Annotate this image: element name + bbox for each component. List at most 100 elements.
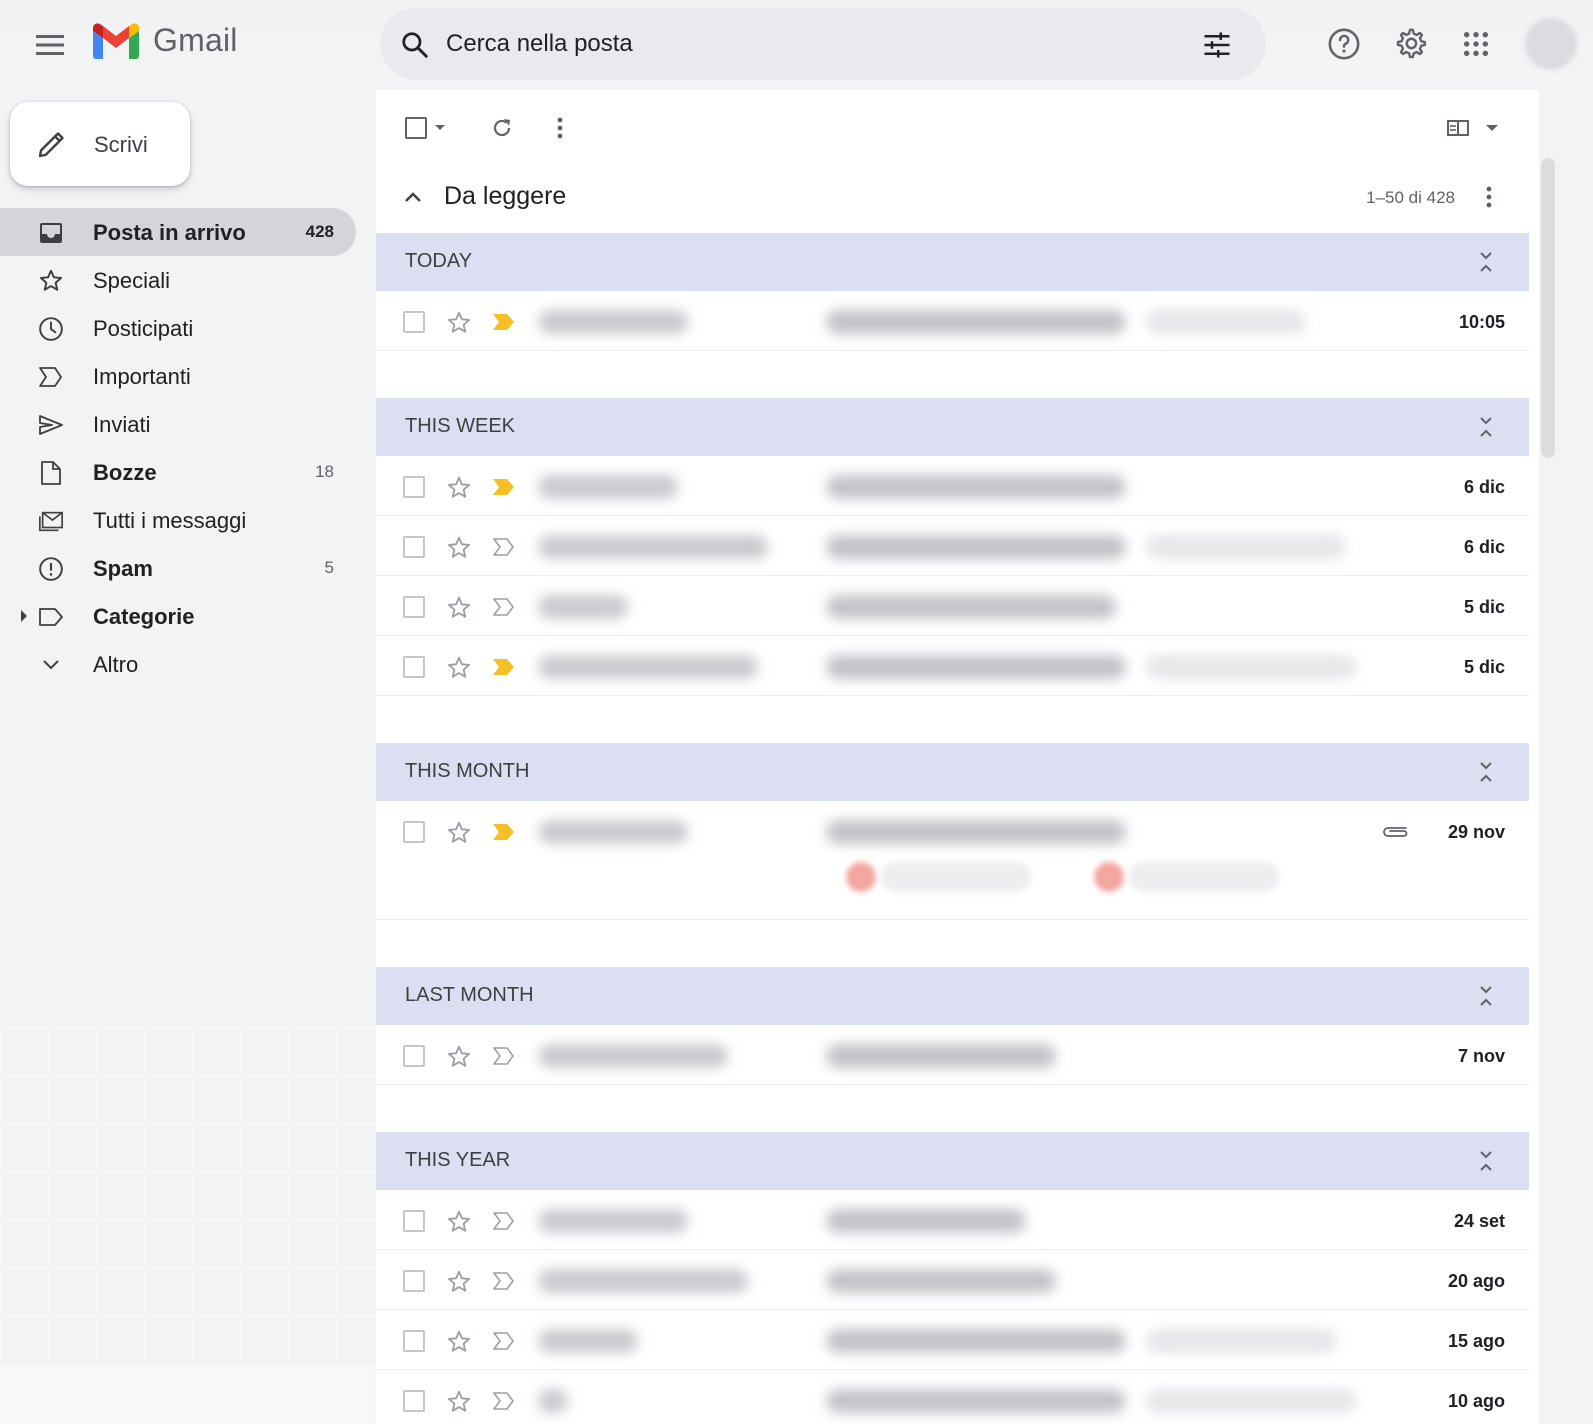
collapse-group-icon[interactable] <box>1477 1149 1495 1173</box>
not-important-marker-icon[interactable] <box>492 597 516 617</box>
collapse-group-icon[interactable] <box>1477 984 1495 1008</box>
pagination-range[interactable]: 1–50 di 428 <box>1366 188 1455 208</box>
collapse-section-icon[interactable] <box>404 191 422 203</box>
sender-name-redacted <box>538 1044 728 1068</box>
more-actions-button[interactable] <box>544 112 576 144</box>
split-pane-button[interactable] <box>1444 112 1504 144</box>
row-checkbox[interactable] <box>403 1270 425 1292</box>
apps-grid-icon <box>1463 31 1489 57</box>
sidebar-item-spam[interactable]: Spam 5 <box>0 544 356 592</box>
row-checkbox[interactable] <box>403 1210 425 1232</box>
attachment-chip[interactable] <box>881 862 1031 892</box>
row-checkbox[interactable] <box>403 536 425 558</box>
attachment-chip-icon <box>1094 862 1124 892</box>
not-important-marker-icon[interactable] <box>492 1046 516 1066</box>
star-icon[interactable] <box>446 310 472 336</box>
sidebar-item-drafts[interactable]: Bozze 18 <box>0 448 356 496</box>
important-marker-icon[interactable] <box>492 312 516 332</box>
attachment-chip[interactable] <box>1129 862 1279 892</box>
caret-right-icon[interactable] <box>20 610 28 622</box>
mail-row[interactable]: 20 ago <box>376 1251 1529 1310</box>
sidebar-item-label: Tutti i messaggi <box>93 508 247 533</box>
not-important-marker-icon[interactable] <box>492 1211 516 1231</box>
collapse-group-icon[interactable] <box>1477 250 1495 274</box>
row-checkbox[interactable] <box>403 1330 425 1352</box>
important-marker-icon[interactable] <box>492 477 516 497</box>
not-important-marker-icon[interactable] <box>492 1271 516 1291</box>
star-icon[interactable] <box>446 1044 472 1070</box>
row-checkbox[interactable] <box>403 821 425 843</box>
account-avatar[interactable] <box>1525 18 1577 70</box>
row-checkbox[interactable] <box>403 1045 425 1067</box>
sender-name-redacted <box>538 1209 688 1233</box>
mail-row[interactable]: 6 dic <box>376 517 1529 576</box>
section-menu-icon[interactable] <box>1486 186 1492 208</box>
help-button[interactable] <box>1324 24 1364 64</box>
mail-row[interactable]: 5 dic <box>376 637 1529 696</box>
mail-date: 6 dic <box>1463 477 1505 497</box>
refresh-button[interactable] <box>486 112 518 144</box>
search-options-icon[interactable] <box>1202 30 1232 60</box>
group-header[interactable]: THIS MONTH <box>376 743 1529 801</box>
mail-row[interactable]: 15 ago <box>376 1311 1529 1370</box>
apps-button[interactable] <box>1456 24 1496 64</box>
sender-name-redacted <box>538 1269 748 1293</box>
app-name: Gmail <box>153 22 238 58</box>
mail-row[interactable]: 24 set <box>376 1191 1529 1250</box>
sidebar-item-important[interactable]: Importanti <box>0 352 356 400</box>
mail-row[interactable]: 6 dic <box>376 457 1529 516</box>
sidebar-item-more[interactable]: Altro <box>0 640 356 688</box>
group-label: THIS WEEK <box>405 415 516 437</box>
main-menu-button[interactable] <box>30 25 70 65</box>
star-icon[interactable] <box>446 1209 472 1235</box>
important-marker-icon[interactable] <box>492 822 516 842</box>
group-header[interactable]: TODAY <box>376 233 1529 291</box>
not-important-marker-icon[interactable] <box>492 537 516 557</box>
mail-row[interactable]: 7 nov <box>376 1026 1529 1085</box>
sidebar-item-all-mail[interactable]: Tutti i messaggi <box>0 496 356 544</box>
group-header[interactable]: THIS WEEK <box>376 398 1529 456</box>
sidebar-item-label: Bozze <box>93 460 157 485</box>
sender-name-redacted <box>538 475 678 499</box>
hamburger-icon <box>36 35 64 55</box>
collapse-group-icon[interactable] <box>1477 415 1495 439</box>
sidebar-item-starred[interactable]: Speciali <box>0 256 356 304</box>
search-input[interactable] <box>446 26 1176 62</box>
row-checkbox[interactable] <box>403 1390 425 1412</box>
row-checkbox[interactable] <box>403 596 425 618</box>
sidebar-item-inbox[interactable]: Posta in arrivo 428 <box>0 208 356 256</box>
sidebar-item-categories[interactable]: Categorie <box>0 592 356 640</box>
scrollbar-thumb[interactable] <box>1541 158 1555 458</box>
mail-row[interactable]: 10:05 <box>376 292 1529 351</box>
sidebar-item-sent[interactable]: Inviati <box>0 400 356 448</box>
row-checkbox[interactable] <box>403 311 425 333</box>
row-checkbox[interactable] <box>403 656 425 678</box>
star-icon[interactable] <box>446 655 472 681</box>
not-important-marker-icon[interactable] <box>492 1331 516 1351</box>
star-icon[interactable] <box>446 1389 472 1415</box>
sender-name-redacted <box>538 535 768 559</box>
star-icon[interactable] <box>446 535 472 561</box>
compose-button[interactable]: Scrivi <box>10 102 190 186</box>
mail-row[interactable]: 29 nov <box>376 802 1529 920</box>
star-icon[interactable] <box>446 475 472 501</box>
star-icon[interactable] <box>446 820 472 846</box>
search-bar <box>380 8 1266 80</box>
group-header[interactable]: THIS YEAR <box>376 1132 1529 1190</box>
mail-row[interactable]: 10 ago <box>376 1371 1529 1424</box>
collapse-group-icon[interactable] <box>1477 760 1495 784</box>
group-header[interactable]: LAST MONTH <box>376 967 1529 1025</box>
gmail-logo[interactable]: Gmail <box>93 22 238 59</box>
select-menu-button[interactable] <box>428 112 452 144</box>
mail-date: 24 set <box>1453 1211 1505 1231</box>
star-icon[interactable] <box>446 1329 472 1355</box>
search-icon[interactable] <box>400 30 430 60</box>
settings-button[interactable] <box>1390 24 1430 64</box>
mail-row[interactable]: 5 dic <box>376 577 1529 636</box>
not-important-marker-icon[interactable] <box>492 1391 516 1411</box>
important-marker-icon[interactable] <box>492 657 516 677</box>
star-icon[interactable] <box>446 1269 472 1295</box>
row-checkbox[interactable] <box>403 476 425 498</box>
sidebar-item-snoozed[interactable]: Posticipati <box>0 304 356 352</box>
star-icon[interactable] <box>446 595 472 621</box>
